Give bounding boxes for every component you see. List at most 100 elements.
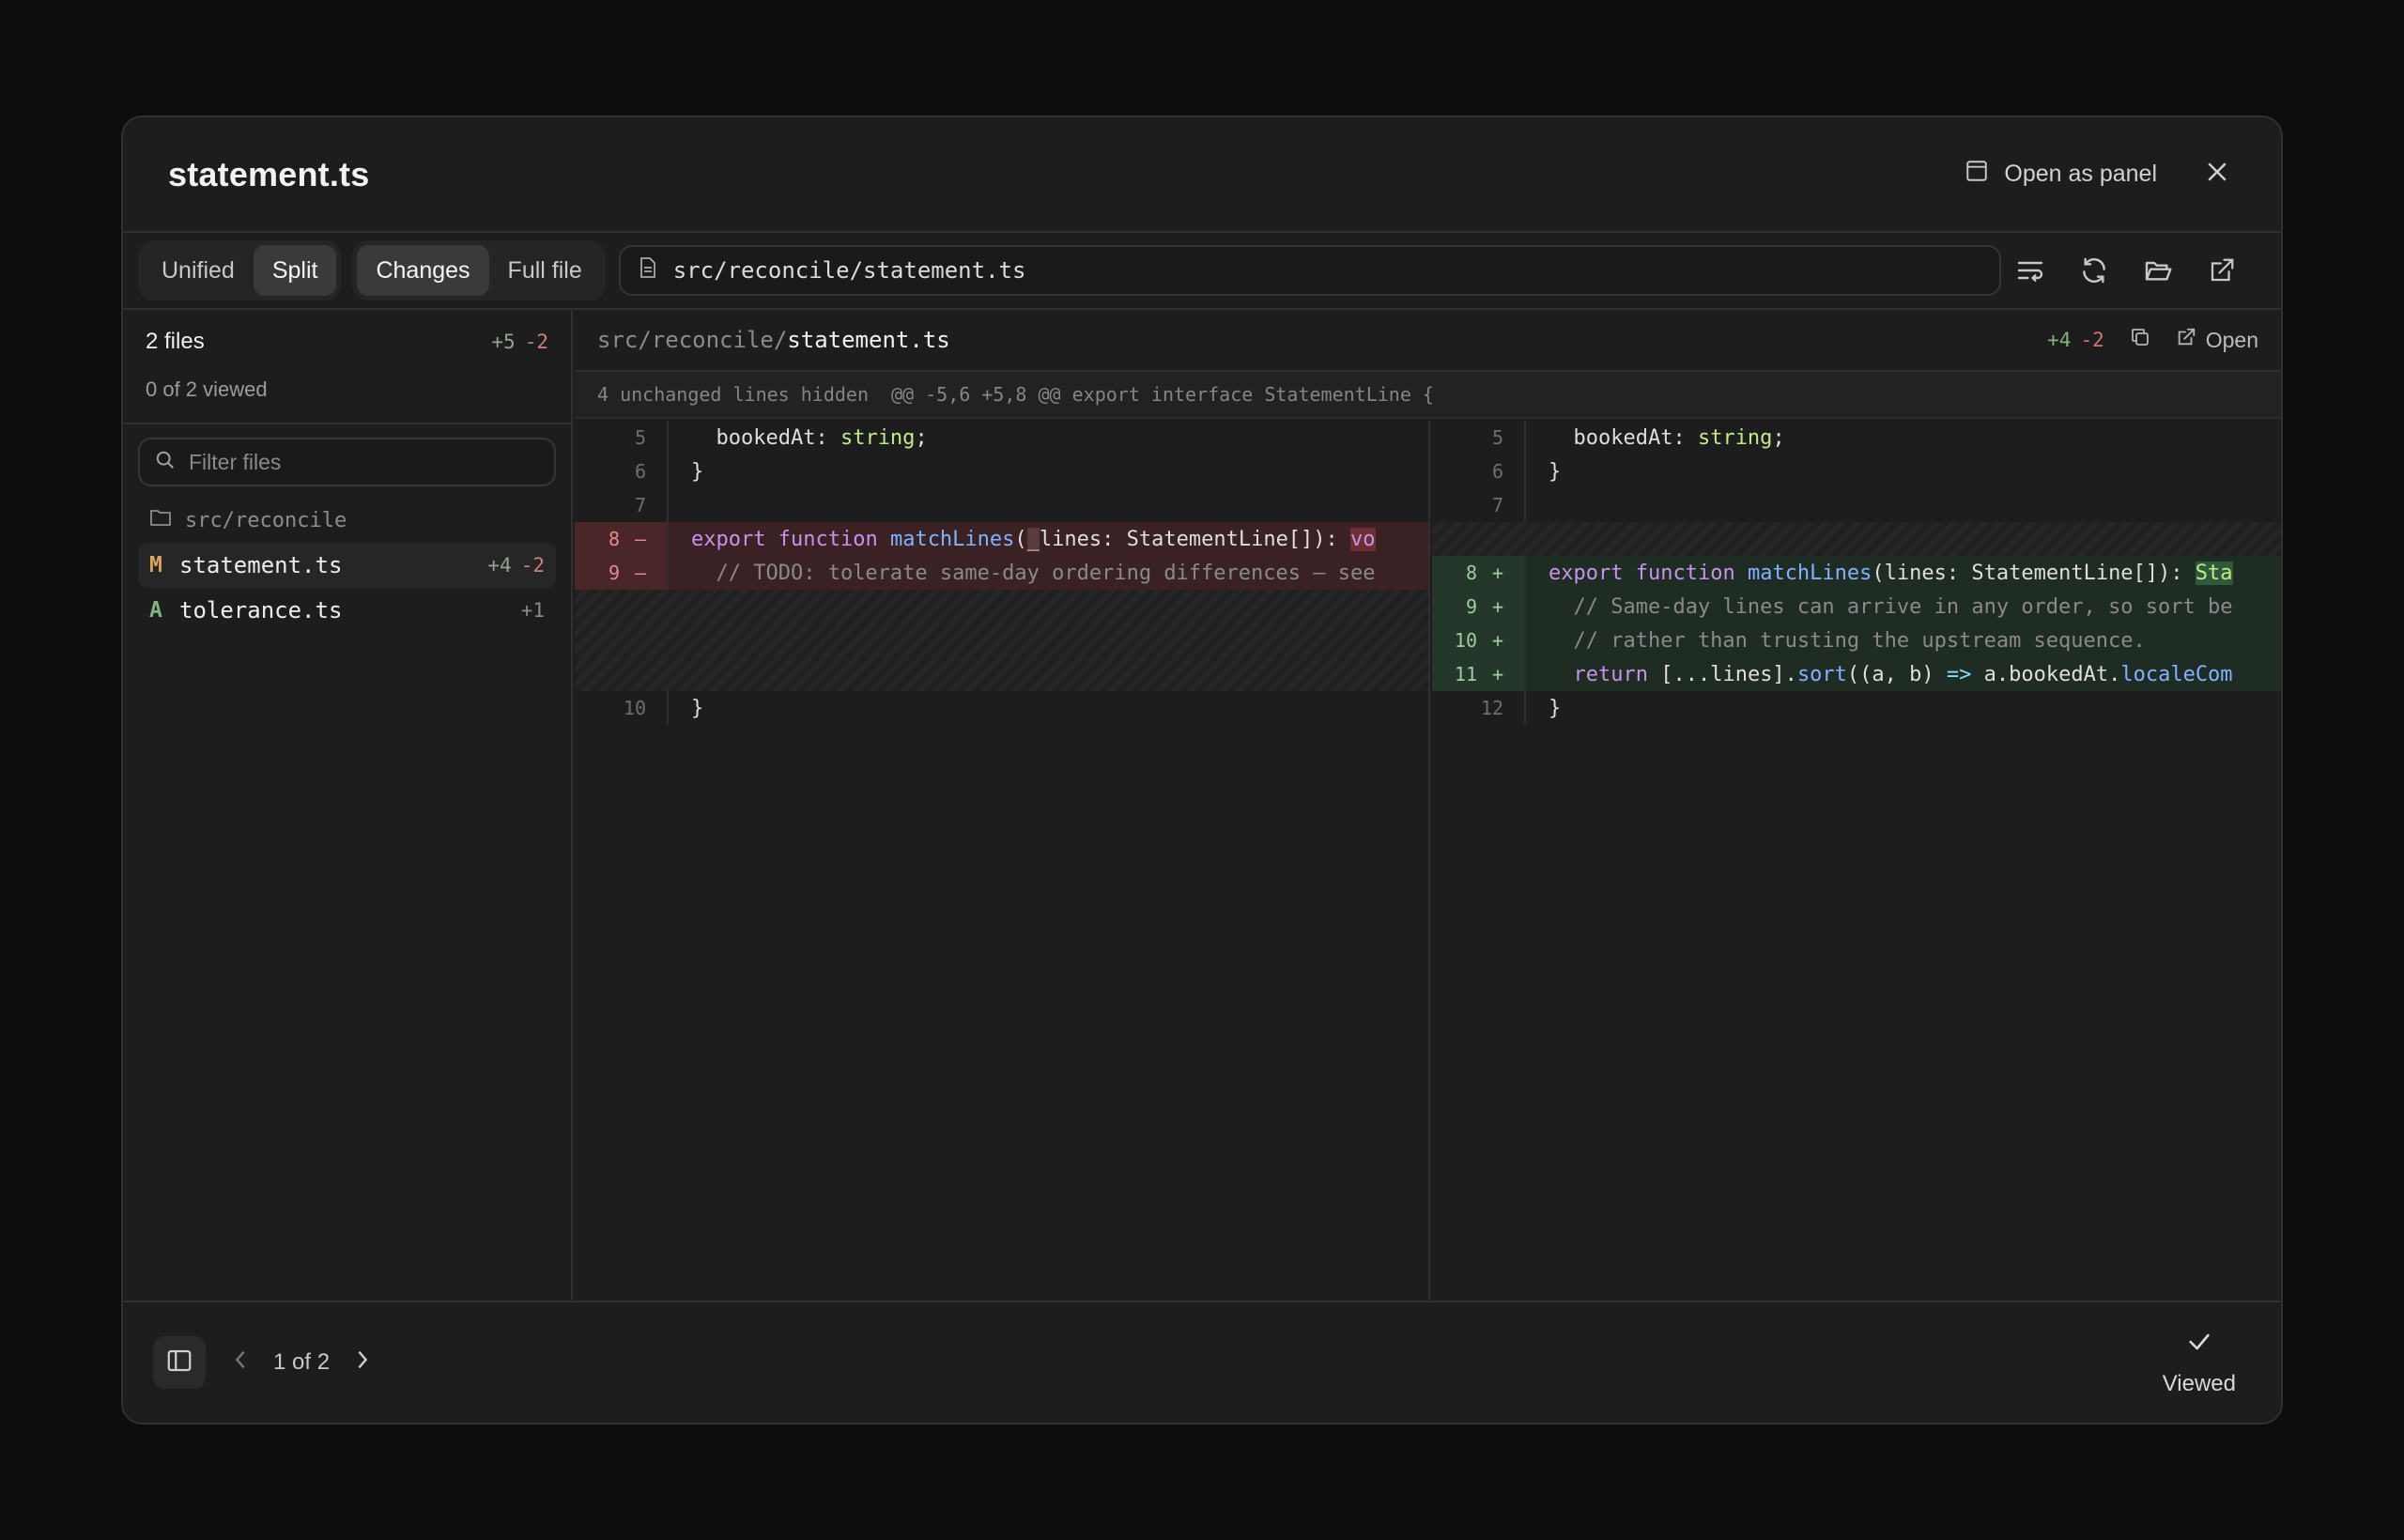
diff-modal: statement.ts Open as panel Unified Split… [121, 116, 2283, 1424]
file-item-tolerance[interactable]: A tolerance.ts +1 [138, 588, 556, 633]
open-file-button[interactable]: Open [2176, 327, 2258, 353]
diff-view: src/reconcile/statement.ts +4 -2 Open 4 [575, 310, 2281, 1301]
line-sign: + [1491, 629, 1503, 652]
line-number-value: 8 [608, 528, 620, 550]
diff-file-path: src/reconcile/statement.ts [597, 327, 950, 353]
diff-deletions: -2 [2080, 329, 2104, 351]
refresh-icon[interactable] [2076, 253, 2112, 288]
close-button[interactable] [2198, 156, 2236, 193]
full-file-button[interactable]: Full file [489, 245, 601, 296]
line-number-value: 7 [634, 494, 646, 516]
line-number: 10 [575, 691, 669, 725]
file-name: statement.ts [179, 552, 343, 578]
wrap-lines-icon[interactable] [2012, 253, 2048, 288]
line-number: 7 [575, 488, 669, 522]
line-sign: – [634, 528, 646, 550]
split-button[interactable]: Split [253, 245, 337, 296]
changes-button[interactable]: Changes [357, 245, 489, 296]
open-as-panel-label: Open as panel [2004, 161, 2157, 187]
diff-line: 11 + return [...lines].sort((a, b) => a.b… [1432, 657, 2281, 691]
scope-toggle: Changes Full file [352, 240, 606, 300]
line-number-value: 6 [634, 460, 646, 483]
total-deletions: -2 [524, 331, 548, 353]
line-number [1432, 522, 1526, 556]
hunk-range: @@ -5,6 +5,8 @@ export interface Stateme… [890, 383, 1434, 406]
panel-icon [1965, 159, 1989, 190]
diff-line: 12} [1432, 691, 2281, 725]
line-number: 5 [1432, 421, 1526, 454]
view-mode-toggle: Unified Split [138, 240, 342, 300]
diff-line: 6} [1432, 454, 2281, 488]
open-as-panel-button[interactable]: Open as panel [1965, 159, 2157, 190]
copy-icon[interactable] [2129, 326, 2151, 354]
line-number-value: 5 [1491, 426, 1503, 449]
external-link-icon [2176, 327, 2196, 353]
file-item-statement[interactable]: M statement.ts +4 -2 [138, 543, 556, 588]
code-text: // rather than trusting the upstream seq… [1549, 628, 2146, 653]
diff-line: 5 bookedAt: string; [575, 421, 1428, 454]
line-number: 10 + [1432, 624, 1526, 657]
diff-additions: +4 [2047, 329, 2072, 351]
diff-line [575, 590, 1428, 624]
file-deletions: -2 [520, 554, 545, 577]
line-number: 8– [575, 522, 669, 556]
line-number-value: 7 [1491, 494, 1503, 516]
filter-files-input[interactable] [189, 449, 539, 475]
search-icon [155, 450, 176, 475]
previous-file-button[interactable] [232, 1348, 249, 1378]
line-number: 9 + [1432, 590, 1526, 624]
modal-title: statement.ts [168, 154, 370, 193]
toolbar: Unified Split Changes Full file src/reco… [123, 233, 2281, 310]
file-pager: 1 of 2 [232, 1348, 371, 1378]
filter-files-field[interactable] [138, 438, 556, 486]
file-additions: +1 [520, 599, 545, 622]
code-text: } [1549, 696, 1562, 720]
total-additions: +5 [491, 331, 516, 353]
code-text: } [1549, 459, 1562, 484]
line-number: 7 [1432, 488, 1526, 522]
line-number-value: 12 [1480, 697, 1503, 719]
file-sidebar: 2 files +5 -2 0 of 2 viewed src/reconcil… [123, 310, 573, 1301]
new-pane: 5 bookedAt: string; 6} 7 8 + export function … [1432, 421, 2281, 1301]
diff-line: 7 [1432, 488, 2281, 522]
line-sign: + [1491, 562, 1503, 584]
file-icon [638, 256, 658, 285]
total-stats: +5 -2 [491, 331, 548, 353]
hunk-header[interactable]: 4 unchanged lines hidden @@ -5,6 +5,8 @@… [575, 372, 2281, 419]
code-text: bookedAt: string; [691, 425, 928, 450]
code-text: // TODO: tolerate same-day ordering diff… [691, 561, 1376, 585]
diff-file-header: src/reconcile/statement.ts +4 -2 Open [575, 310, 2281, 372]
line-number: 8 + [1432, 556, 1526, 590]
external-link-icon[interactable] [2204, 253, 2240, 288]
folder-row[interactable]: src/reconcile [123, 507, 571, 533]
next-file-button[interactable] [354, 1348, 371, 1378]
line-number-value: 8 [1465, 562, 1477, 584]
code-text: } [691, 696, 704, 720]
folder-open-icon[interactable] [2140, 253, 2176, 288]
file-path-field[interactable]: src/reconcile/statement.ts [618, 245, 2001, 296]
line-number: 6 [575, 454, 669, 488]
line-number: 6 [1432, 454, 1526, 488]
mark-viewed-button[interactable]: Viewed [2163, 1329, 2236, 1397]
file-path-text: src/reconcile/statement.ts [672, 257, 1026, 284]
hidden-lines-label: 4 unchanged lines hidden [597, 383, 869, 406]
code-text: } [691, 459, 704, 484]
modal-footer: 1 of 2 Viewed [123, 1301, 2281, 1423]
sidebar-toggle-button[interactable] [153, 1336, 206, 1389]
code-text: bookedAt: string; [1549, 425, 1785, 450]
diff-line: 8– export function matchLines(_lines: Sta… [575, 522, 1428, 556]
line-number: 5 [575, 421, 669, 454]
folder-icon [149, 507, 172, 533]
code-text: return [...lines].sort((a, b) => a.booke… [1573, 662, 2233, 686]
viewed-label: Viewed [2162, 1370, 2236, 1396]
diff-line: 7 [575, 488, 1428, 522]
line-number-value: 11 [1454, 663, 1477, 685]
line-number-value: 9 [1465, 595, 1477, 618]
diff-line: 10} [575, 691, 1428, 725]
open-label: Open [2205, 327, 2258, 352]
line-number [575, 590, 669, 624]
diff-line: 9– // TODO: tolerate same-day ordering d… [575, 556, 1428, 590]
line-sign: + [1491, 595, 1503, 618]
file-list: M statement.ts +4 -2 A tolerance.ts +1 [123, 543, 571, 633]
unified-button[interactable]: Unified [143, 245, 254, 296]
